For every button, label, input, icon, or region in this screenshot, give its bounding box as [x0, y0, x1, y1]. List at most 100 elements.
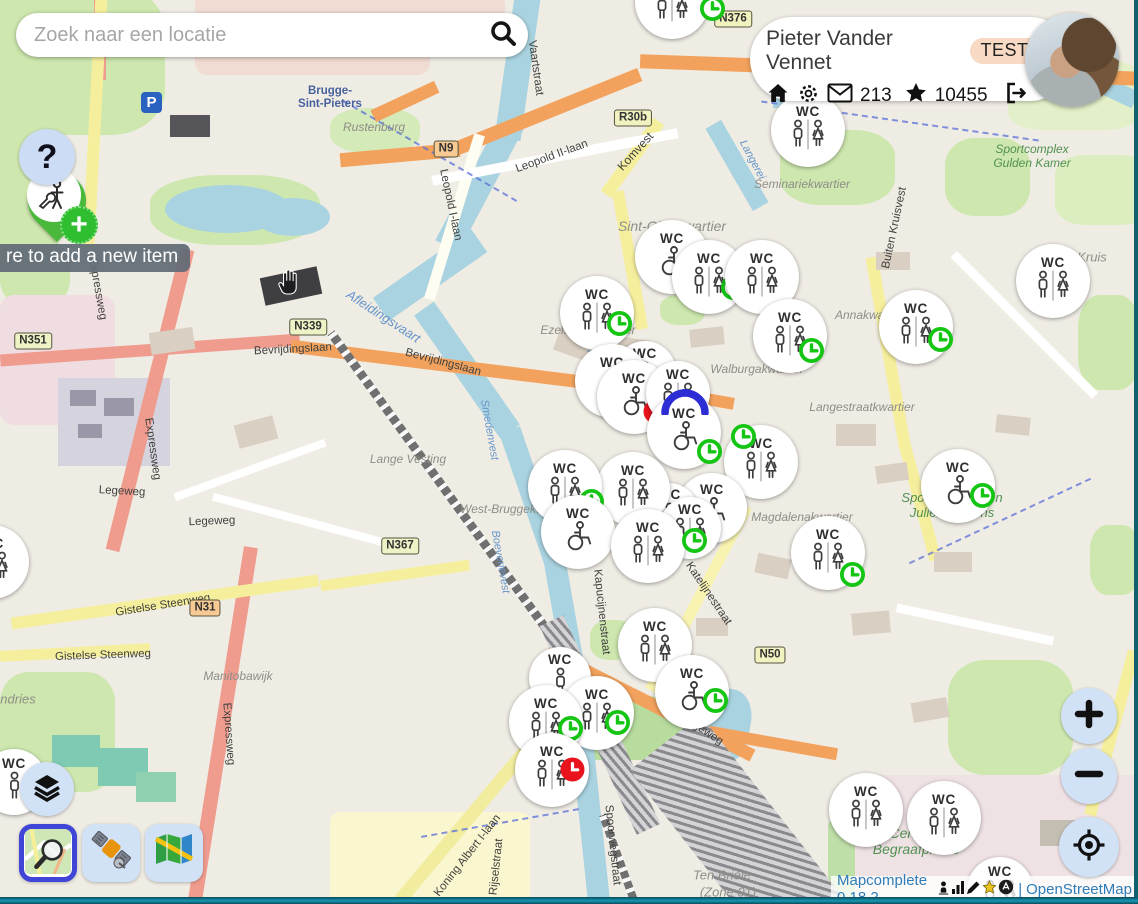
wc-marker-label: WC [636, 521, 660, 535]
open-clock-badge-icon [969, 482, 996, 509]
wc-marker[interactable]: WC [515, 733, 589, 807]
attribution-osm-link[interactable]: OpenStreetMap [1026, 881, 1132, 898]
wc-marker-label: WC [621, 464, 645, 478]
wc-marker-label: WC [854, 785, 878, 799]
home-icon[interactable] [766, 81, 790, 110]
basemap-option-osm-carto[interactable] [19, 824, 77, 882]
wc-marker-label: WC [585, 688, 609, 702]
add-item-tooltip: re to add a new item [0, 244, 190, 272]
satellite-icon [89, 829, 133, 878]
award-icon[interactable] [982, 880, 997, 899]
geolocate-icon [1071, 827, 1107, 868]
viewport-edge [0, 897, 1138, 904]
mf-pictogram-icon [628, 535, 668, 571]
minus-icon [1073, 758, 1105, 795]
wc-marker-label: WC [660, 232, 684, 246]
wc-marker-label: WC [700, 483, 724, 497]
mf-pictogram-icon [924, 807, 964, 843]
search-bar[interactable] [16, 13, 528, 57]
user-panel[interactable]: Pieter Vander Vennet TESTING 213 10455 [750, 17, 1072, 101]
basemap-option-satellite[interactable] [82, 824, 140, 882]
wc-marker[interactable]: WC [791, 516, 865, 590]
wc-marker-label: WC [697, 252, 721, 266]
zoom-in-button[interactable] [1061, 688, 1117, 744]
wc-marker-label: WC [643, 620, 667, 634]
mf-pictogram-icon [0, 551, 12, 587]
wc-marker[interactable]: WC [0, 525, 29, 599]
wc-marker-label: WC [0, 537, 4, 551]
wc-marker-label: WC [778, 311, 802, 325]
open-clock-badge-icon [606, 310, 633, 337]
open-clock-badge-icon [839, 561, 866, 588]
wc-marker-label: WC [932, 793, 956, 807]
open-clock-badge-icon [730, 423, 757, 450]
envelope-icon[interactable] [827, 83, 853, 108]
wc-marker[interactable]: WC [829, 773, 903, 847]
wc-marker[interactable]: WC [560, 276, 634, 350]
wc-marker-label: WC [548, 653, 572, 667]
osm-carto-icon [25, 828, 71, 879]
wc-marker-label: WC [585, 288, 609, 302]
changesets-count: 10455 [935, 85, 988, 107]
pencil-icon[interactable] [966, 880, 981, 899]
layers-button[interactable] [20, 762, 74, 816]
plus-icon [1073, 698, 1105, 735]
wc-marker[interactable]: WC [879, 290, 953, 364]
zoom-out-button[interactable] [1061, 748, 1117, 804]
geolocate-button[interactable] [1059, 817, 1119, 877]
attribution-icons [937, 879, 1014, 899]
wc-marker[interactable]: WC [635, 0, 709, 39]
hand-cursor-icon [275, 266, 307, 303]
wc-marker[interactable]: WC [753, 299, 827, 373]
user-name: Pieter Vander Vennet [766, 27, 962, 75]
wc-marker[interactable]: WC [907, 781, 981, 855]
messages-count: 213 [860, 85, 892, 107]
mf-pictogram-icon [1033, 270, 1073, 306]
stats-icon[interactable] [951, 880, 965, 899]
open-clock-badge-icon [696, 438, 723, 465]
community-icon[interactable] [998, 879, 1014, 899]
wc-marker[interactable]: WC [611, 509, 685, 583]
settings-gear-icon[interactable] [797, 82, 820, 110]
wc-marker[interactable]: WC [541, 495, 615, 569]
logout-icon[interactable] [1003, 81, 1028, 110]
layers-icon [31, 771, 63, 808]
basemap-option-folded-map[interactable] [145, 824, 203, 882]
open-clock-badge-icon [798, 337, 825, 364]
search-input[interactable] [32, 23, 488, 48]
wc-marker-label: WC [2, 757, 26, 771]
wc-marker-label: WC [566, 507, 590, 521]
attribution-separator: | [1018, 881, 1022, 898]
mf-pictogram-icon [846, 799, 886, 835]
mf-pictogram-icon [741, 451, 781, 487]
wc-marker-label: WC [750, 252, 774, 266]
mf-pictogram-icon [652, 0, 692, 27]
wc-marker[interactable]: WC [655, 655, 729, 729]
wc-marker-label: WC [816, 528, 840, 542]
folded-map-icon [152, 829, 196, 878]
search-icon[interactable] [488, 18, 518, 53]
avatar[interactable] [1025, 13, 1119, 107]
open-clock-badge-icon [927, 326, 954, 353]
wc-marker-label: WC [946, 461, 970, 475]
wc-marker-label: WC [678, 503, 702, 517]
dome-marker-icon[interactable] [660, 389, 710, 420]
wc-marker-label: WC [553, 462, 577, 476]
wc-marker[interactable]: WC [1016, 244, 1090, 318]
help-button[interactable]: ? [19, 129, 75, 185]
closed-clock-badge-icon [559, 756, 586, 783]
wc-marker-label: WC [1041, 256, 1065, 270]
map-canvas[interactable]: P Brugge- Sint-PietersRustenburgVaartstr… [0, 0, 1138, 904]
open-clock-badge-icon [699, 0, 726, 22]
star-icon[interactable] [904, 82, 928, 110]
open-clock-badge-icon [702, 687, 729, 714]
mf-pictogram-icon [742, 266, 782, 302]
wc-marker[interactable]: WC [921, 449, 995, 523]
open-clock-badge-icon [681, 527, 708, 554]
viewport-edge [1134, 0, 1138, 904]
statue-icon[interactable] [937, 880, 950, 899]
open-clock-badge-icon [604, 709, 631, 736]
wheelchair-pictogram-icon [561, 521, 595, 557]
marker-layer: WC WC WC WC WC WC WC WC WC WC WC WC WC WC WC WC WC WC WC WC… [0, 0, 1138, 904]
add-item-plus-button[interactable]: + [60, 206, 98, 244]
